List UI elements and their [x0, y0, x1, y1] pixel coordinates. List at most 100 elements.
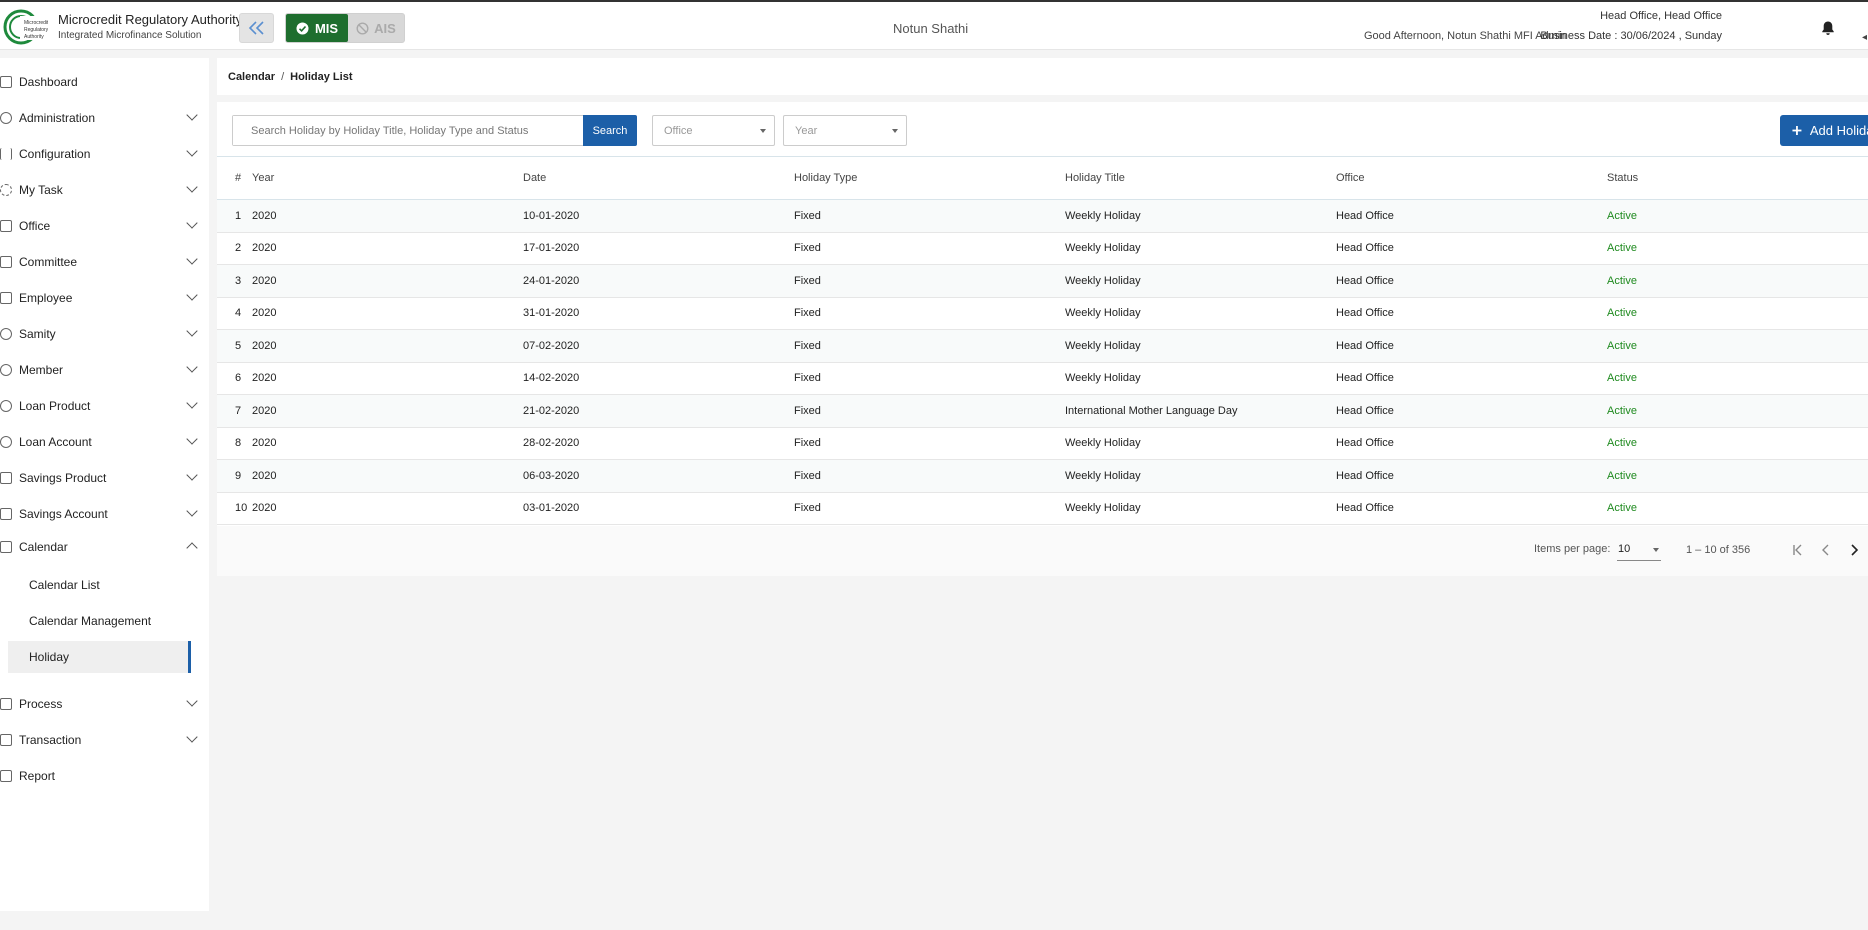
table-row[interactable]: 9 2020 06-03-2020 Fixed Weekly Holiday H…	[217, 459, 1868, 493]
cell-number: 4	[217, 297, 252, 330]
table-row[interactable]: 10 2020 03-01-2020 Fixed Weekly Holiday …	[217, 492, 1868, 525]
savings-product-icon	[0, 472, 12, 484]
cell-number: 1	[217, 199, 252, 233]
plus-icon	[1792, 126, 1802, 135]
sidebar-item-label: Loan Account	[19, 435, 92, 449]
chevron-down-icon	[186, 397, 198, 409]
cell-number: 2	[217, 232, 252, 265]
collapse-sidebar-button[interactable]	[239, 13, 274, 43]
chevron-down-icon	[186, 695, 198, 707]
loan-account-icon	[0, 436, 12, 448]
business-date: Business Date : 30/06/2024 , Sunday	[1540, 30, 1722, 42]
table-row[interactable]: 4 2020 31-01-2020 Fixed Weekly Holiday H…	[217, 297, 1868, 330]
employee-icon	[0, 292, 12, 304]
notification-bell-icon[interactable]	[1820, 20, 1836, 36]
items-per-page-value: 10	[1618, 543, 1631, 555]
cell-date: 24-01-2020	[523, 264, 794, 298]
cell-holiday-title: Weekly Holiday	[1065, 329, 1336, 363]
ais-mode-button[interactable]: AIS	[348, 14, 404, 42]
sidebar-item-samity[interactable]: Samity	[0, 319, 205, 349]
sidebar-subitem-holiday[interactable]: Holiday	[8, 641, 191, 673]
cell-holiday-title: Weekly Holiday	[1065, 362, 1336, 395]
cell-date: 06-03-2020	[523, 459, 794, 493]
table-row[interactable]: 2 2020 17-01-2020 Fixed Weekly Holiday H…	[217, 232, 1868, 265]
task-icon	[0, 184, 12, 196]
items-per-page-select[interactable]: 10	[1617, 539, 1661, 561]
cell-date: 21-02-2020	[523, 394, 794, 428]
sidebar-item-committee[interactable]: Committee	[0, 247, 205, 277]
sidebar-item-loan-product[interactable]: Loan Product	[0, 391, 205, 421]
sidebar-item-process[interactable]: Process	[0, 689, 205, 719]
office-icon	[0, 220, 12, 232]
module-switch: MIS AIS	[285, 13, 405, 43]
cell-office: Head Office	[1336, 329, 1607, 363]
cell-year: 2020	[252, 329, 523, 363]
sidebar-item-savings-account[interactable]: Savings Account	[0, 499, 205, 529]
calendar-icon	[0, 541, 12, 553]
cell-office: Head Office	[1336, 492, 1607, 525]
sidebar-item-label: Savings Product	[19, 471, 107, 485]
table-row[interactable]: 3 2020 24-01-2020 Fixed Weekly Holiday H…	[217, 264, 1868, 298]
first-page-button[interactable]	[1786, 538, 1810, 562]
sidebar-item-office[interactable]: Office	[0, 211, 205, 241]
sidebar-item-report[interactable]: Report	[0, 761, 205, 791]
header-office: Office	[1336, 156, 1607, 200]
sidebar-item-configuration[interactable]: Configuration	[0, 139, 205, 169]
sidebar-item-label: Report	[19, 769, 56, 783]
sidebar-item-administration[interactable]: Administration	[0, 103, 205, 133]
table-row[interactable]: 5 2020 07-02-2020 Fixed Weekly Holiday H…	[217, 329, 1868, 363]
cell-office: Head Office	[1336, 297, 1607, 330]
caret-left-icon[interactable]: ◂	[1862, 32, 1867, 43]
sidebar-item-label: Administration	[19, 111, 96, 125]
sidebar-item-savings-product[interactable]: Savings Product	[0, 463, 205, 493]
sidebar-subitem-calendar-management[interactable]: Calendar Management	[8, 605, 191, 637]
samity-icon	[0, 328, 12, 340]
cell-status: Active	[1607, 362, 1868, 395]
top-bar: Microcredit Regulatory Authority Microcr…	[0, 0, 1868, 50]
cell-holiday-type: Fixed	[794, 362, 1065, 395]
breadcrumb-holiday-list: Holiday List	[290, 70, 353, 83]
cell-number: 7	[217, 394, 252, 428]
sidebar-subitem-calendar-list[interactable]: Calendar List	[8, 569, 191, 601]
sidebar-item-employee[interactable]: Employee	[0, 283, 205, 313]
breadcrumb-calendar[interactable]: Calendar	[228, 71, 275, 83]
table-row[interactable]: 6 2020 14-02-2020 Fixed Weekly Holiday H…	[217, 362, 1868, 395]
chevron-down-icon	[186, 469, 198, 481]
ais-label: AIS	[374, 20, 396, 36]
header-date: Date	[523, 156, 794, 200]
chevron-down-icon	[186, 433, 198, 445]
double-chevron-left-icon	[248, 21, 264, 35]
cell-holiday-type: Fixed	[794, 329, 1065, 363]
table-row[interactable]: 8 2020 28-02-2020 Fixed Weekly Holiday H…	[217, 427, 1868, 460]
search-button[interactable]: Search	[583, 115, 637, 146]
cell-holiday-title: Weekly Holiday	[1065, 427, 1336, 460]
sidebar-item-dashboard[interactable]: Dashboard	[0, 67, 205, 97]
sidebar-item-my-task[interactable]: My Task	[0, 175, 205, 205]
search-input[interactable]	[233, 116, 583, 145]
table-row[interactable]: 1 2020 10-01-2020 Fixed Weekly Holiday H…	[217, 199, 1868, 233]
next-page-button[interactable]	[1842, 538, 1866, 562]
year-select[interactable]: Year	[783, 115, 907, 146]
svg-text:Authority: Authority	[24, 34, 44, 40]
sidebar-item-member[interactable]: Member	[0, 355, 205, 385]
sidebar-item-transaction[interactable]: Transaction	[0, 725, 205, 755]
sidebar-item-label: Process	[19, 697, 63, 711]
cell-date: 17-01-2020	[523, 232, 794, 265]
previous-page-button[interactable]	[1814, 538, 1838, 562]
table-row[interactable]: 7 2020 21-02-2020 Fixed International Mo…	[217, 394, 1868, 428]
holiday-list-panel: Search Office Year Add Holiday # Year Da…	[217, 102, 1868, 576]
cell-status: Active	[1607, 199, 1868, 233]
mis-mode-button[interactable]: MIS	[286, 14, 348, 42]
app-title: Microcredit Regulatory Authority	[58, 12, 243, 27]
check-circle-icon	[296, 22, 309, 34]
sidebar-item-calendar[interactable]: Calendar	[0, 532, 205, 562]
cell-date: 03-01-2020	[523, 492, 794, 525]
chevron-down-icon	[186, 505, 198, 517]
cell-holiday-title: Weekly Holiday	[1065, 199, 1336, 233]
office-select[interactable]: Office	[652, 115, 775, 146]
add-holiday-button[interactable]: Add Holiday	[1780, 115, 1868, 146]
cell-office: Head Office	[1336, 459, 1607, 493]
sidebar-item-loan-account[interactable]: Loan Account	[0, 427, 205, 457]
cell-number: 3	[217, 264, 252, 298]
app-subtitle: Integrated Microfinance Solution	[58, 30, 202, 41]
